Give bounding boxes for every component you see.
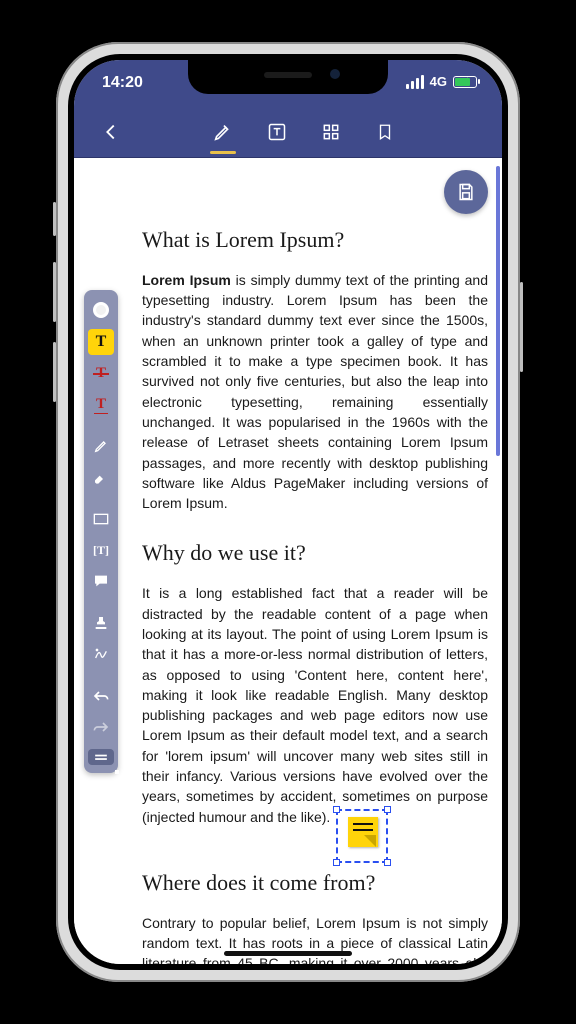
- heading-1: What is Lorem Ipsum?: [142, 224, 488, 256]
- eraser-tool[interactable]: [88, 464, 114, 490]
- pencil-tool[interactable]: [88, 433, 114, 459]
- sticky-note-annotation[interactable]: [336, 809, 388, 863]
- shape-tool[interactable]: [88, 506, 114, 532]
- status-time: 14:20: [102, 74, 143, 92]
- more-tools[interactable]: [88, 749, 114, 765]
- redo-tool[interactable]: [88, 714, 114, 740]
- highlight-tool[interactable]: T: [88, 329, 114, 355]
- status-network: 4G: [430, 74, 447, 89]
- paragraph-2: It is a long established fact that a rea…: [142, 583, 488, 842]
- stamp-tool[interactable]: [88, 610, 114, 636]
- undo-tool[interactable]: [88, 683, 114, 709]
- annotate-tab[interactable]: [196, 106, 250, 158]
- phone-notch: [188, 60, 388, 94]
- text-tab[interactable]: [250, 106, 304, 158]
- color-picker-tool[interactable]: [93, 302, 109, 318]
- battery-icon: ⚡︎: [453, 76, 480, 88]
- heading-2: Why do we use it?: [142, 537, 488, 569]
- text-box-tool[interactable]: [T]: [88, 537, 114, 563]
- top-toolbar: [74, 106, 502, 158]
- heading-3: Where does it come from?: [142, 867, 488, 899]
- strikethrough-tool[interactable]: T: [88, 360, 114, 386]
- signal-icon: [406, 75, 424, 89]
- annotation-tool-rail: T T T: [84, 290, 118, 773]
- paragraph-1: Lorem Ipsum is simply dummy text of the …: [142, 270, 488, 514]
- document-viewport[interactable]: What is Lorem Ipsum? Lorem Ipsum is simp…: [124, 158, 502, 964]
- home-indicator[interactable]: [224, 951, 352, 956]
- comment-tool[interactable]: [88, 568, 114, 594]
- paragraph-3: Contrary to popular belief, Lorem Ipsum …: [142, 913, 488, 965]
- signature-tool[interactable]: [88, 641, 114, 667]
- back-button[interactable]: [84, 106, 138, 158]
- bookmark-tab[interactable]: [358, 106, 412, 158]
- underline-tool[interactable]: T: [88, 391, 114, 417]
- apps-tab[interactable]: [304, 106, 358, 158]
